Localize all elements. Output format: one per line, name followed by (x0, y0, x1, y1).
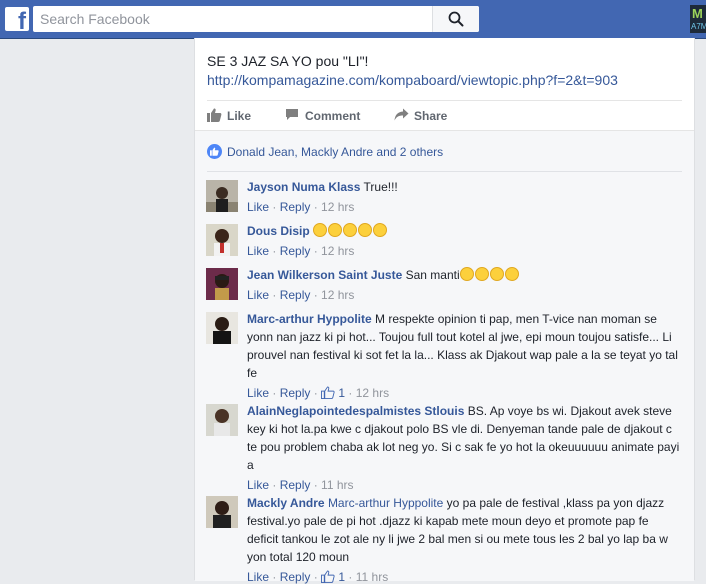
comment-author[interactable]: Jean Wilkerson Saint Juste (247, 268, 402, 282)
comment-meta: Like · Reply · 12 hrs (247, 244, 355, 258)
comment-emoji (313, 223, 388, 238)
comment-meta: Like · Reply · 1 · 11 hrs (247, 570, 389, 584)
avatar[interactable] (206, 224, 238, 256)
comment-like-link[interactable]: Like (247, 478, 269, 492)
thumbs-up-icon (321, 570, 335, 583)
page-badge[interactable]: M A7M (690, 5, 706, 33)
comment-meta: Like · Reply · 12 hrs (247, 200, 355, 214)
share-button[interactable]: Share (394, 106, 454, 126)
post-text: SE 3 JAZ SA YO pou "LI"! (207, 53, 369, 69)
search-input[interactable] (33, 6, 440, 32)
page-badge-letter: M (692, 6, 703, 21)
avatar[interactable] (206, 268, 238, 300)
comment-text: San manti (405, 268, 460, 282)
comments-section: Donald Jean, Mackly Andre and 2 others J… (195, 130, 694, 584)
comment-reply-link[interactable]: Reply (280, 200, 311, 214)
post-link[interactable]: http://kompamagazine.com/kompaboard/view… (207, 71, 618, 90)
page-badge-text: A7M (691, 22, 706, 31)
comment-author[interactable]: Mackly Andre (247, 496, 325, 510)
comment-reply-link[interactable]: Reply (280, 570, 311, 584)
comment-button[interactable]: Comment (285, 106, 365, 126)
comment-like-link[interactable]: Like (247, 244, 269, 258)
like-button[interactable]: Like (207, 106, 257, 126)
comment-time[interactable]: 11 hrs (321, 478, 353, 492)
like-reaction-icon (207, 144, 222, 159)
comment-time[interactable]: 12 hrs (321, 288, 354, 302)
comment-like-link[interactable]: Like (247, 288, 269, 302)
thumbs-up-icon (321, 386, 335, 399)
comment-button-label: Comment (305, 109, 361, 123)
search-icon (448, 11, 464, 27)
comment-reply-link[interactable]: Reply (280, 386, 311, 400)
avatar[interactable] (206, 404, 238, 436)
comment-emoji (459, 267, 520, 282)
reactions-text: Donald Jean, Mackly Andre and 2 others (227, 145, 444, 159)
reactions-divider (207, 171, 682, 172)
comment-meta: Like · Reply · 11 hrs (247, 478, 354, 492)
comment-reply-link[interactable]: Reply (280, 478, 311, 492)
facebook-logo[interactable]: f (5, 7, 29, 31)
comment-like-link[interactable]: Like (247, 570, 269, 584)
comment-like-count[interactable]: 1 (338, 386, 345, 400)
post-card: SE 3 JAZ SA YO pou "LI"! http://kompamag… (194, 38, 695, 584)
avatar[interactable] (206, 312, 238, 344)
comment-like-link[interactable]: Like (247, 386, 269, 400)
comment-mention[interactable]: Marc-arthur Hyppolite (328, 496, 443, 510)
top-navigation-bar: f M A7M (0, 0, 706, 39)
post-divider (207, 100, 682, 101)
search-box (33, 6, 479, 32)
like-button-label: Like (227, 109, 252, 123)
share-icon (394, 108, 409, 121)
comment-like-link[interactable]: Like (247, 200, 269, 214)
comment-author[interactable]: Dous Disip (247, 224, 310, 238)
comment-time[interactable]: 12 hrs (321, 244, 354, 258)
thumbs-up-icon (207, 108, 222, 122)
comment-time[interactable]: 12 hrs (321, 200, 354, 214)
comment-reply-link[interactable]: Reply (280, 244, 311, 258)
comment-reply-link[interactable]: Reply (280, 288, 311, 302)
comment-icon (286, 109, 298, 120)
comment-meta: Like · Reply · 1 · 12 hrs (247, 386, 390, 400)
avatar[interactable] (206, 180, 238, 212)
comment-time[interactable]: 12 hrs (356, 386, 389, 400)
comment-like-count[interactable]: 1 (338, 570, 345, 584)
search-button[interactable] (432, 6, 479, 32)
share-button-label: Share (414, 109, 448, 123)
comment-meta: Like · Reply · 12 hrs (247, 288, 355, 302)
comment-author[interactable]: AlainNeglapointedespalmistes Stlouis (247, 404, 464, 418)
comment-author[interactable]: Jayson Numa Klass (247, 180, 360, 194)
comment-text: True!!! (363, 180, 398, 194)
avatar[interactable] (206, 496, 238, 528)
facebook-logo-letter: f (18, 8, 26, 32)
comment-time[interactable]: 11 hrs (356, 570, 388, 584)
comment-author[interactable]: Marc-arthur Hyppolite (247, 312, 372, 326)
